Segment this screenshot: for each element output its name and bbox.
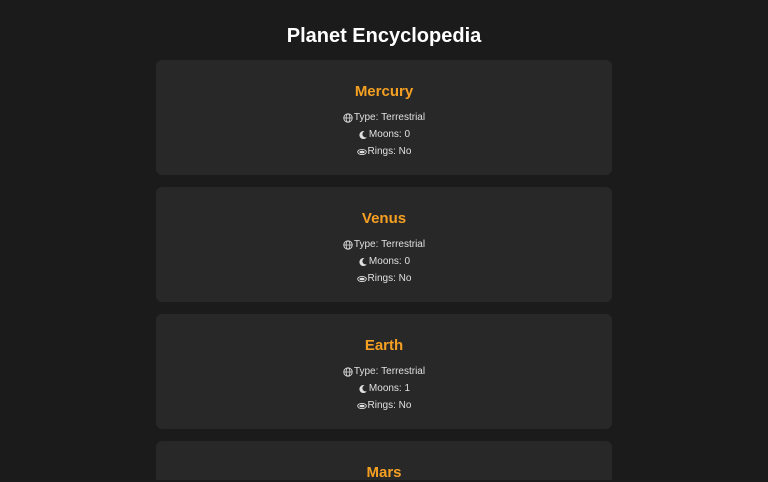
ring-icon	[356, 401, 367, 411]
rings-value: No	[398, 273, 412, 284]
planet-attributes: Type: Terrestrial Moons: 1 Rings: No	[156, 363, 612, 414]
rings-row: Rings: No	[156, 143, 612, 160]
planet-attributes: Type: Terrestrial Moons: 0 Rings: No	[156, 236, 612, 287]
moons-label: Moons:	[368, 383, 402, 394]
type-label: Type:	[353, 366, 379, 377]
type-row: Type: Terrestrial	[156, 109, 612, 126]
planet-name: Mercury	[354, 83, 414, 100]
type-value: Terrestrial	[381, 239, 426, 250]
planet-attributes: Type: Terrestrial Moons: 0 Rings: No	[156, 109, 612, 160]
type-label: Type:	[353, 239, 379, 250]
type-label: Type:	[353, 112, 379, 123]
planet-name: Mars	[366, 464, 402, 481]
type-value: Terrestrial	[381, 366, 426, 377]
ring-icon	[356, 147, 367, 157]
planet-card-venus: Venus Type: Terrestrial Moons: 0 Rings: …	[156, 187, 612, 302]
moon-icon	[358, 257, 368, 267]
type-row: Type: Terrestrial	[156, 236, 612, 253]
moons-value: 0	[404, 129, 411, 140]
planet-card-earth: Earth Type: Terrestrial Moons: 1 Rings: …	[156, 314, 612, 429]
moons-label: Moons:	[368, 129, 402, 140]
planet-name: Venus	[361, 210, 407, 227]
globe-icon	[343, 366, 353, 377]
ring-icon	[356, 274, 367, 284]
rings-row: Rings: No	[156, 270, 612, 287]
moons-label: Moons:	[368, 256, 402, 267]
rings-label: Rings:	[367, 400, 396, 411]
rings-label: Rings:	[367, 273, 396, 284]
planet-name: Earth	[364, 337, 404, 354]
rings-value: No	[398, 400, 412, 411]
page-title: Planet Encyclopedia	[286, 25, 482, 47]
moons-value: 0	[404, 256, 411, 267]
type-row: Type: Terrestrial	[156, 363, 612, 380]
rings-label: Rings:	[367, 146, 396, 157]
rings-value: No	[398, 146, 412, 157]
moons-value: 1	[404, 383, 411, 394]
globe-icon	[343, 239, 353, 250]
rings-row: Rings: No	[156, 397, 612, 414]
planet-card-mercury: Mercury Type: Terrestrial Moons: 0 Rings…	[156, 60, 612, 175]
moon-icon	[358, 384, 368, 394]
type-value: Terrestrial	[381, 112, 426, 123]
moon-icon	[358, 130, 368, 140]
globe-icon	[343, 112, 353, 123]
moons-row: Moons: 1	[156, 380, 612, 397]
planet-card-mars: Mars	[156, 441, 612, 481]
moons-row: Moons: 0	[156, 253, 612, 270]
moons-row: Moons: 0	[156, 126, 612, 143]
